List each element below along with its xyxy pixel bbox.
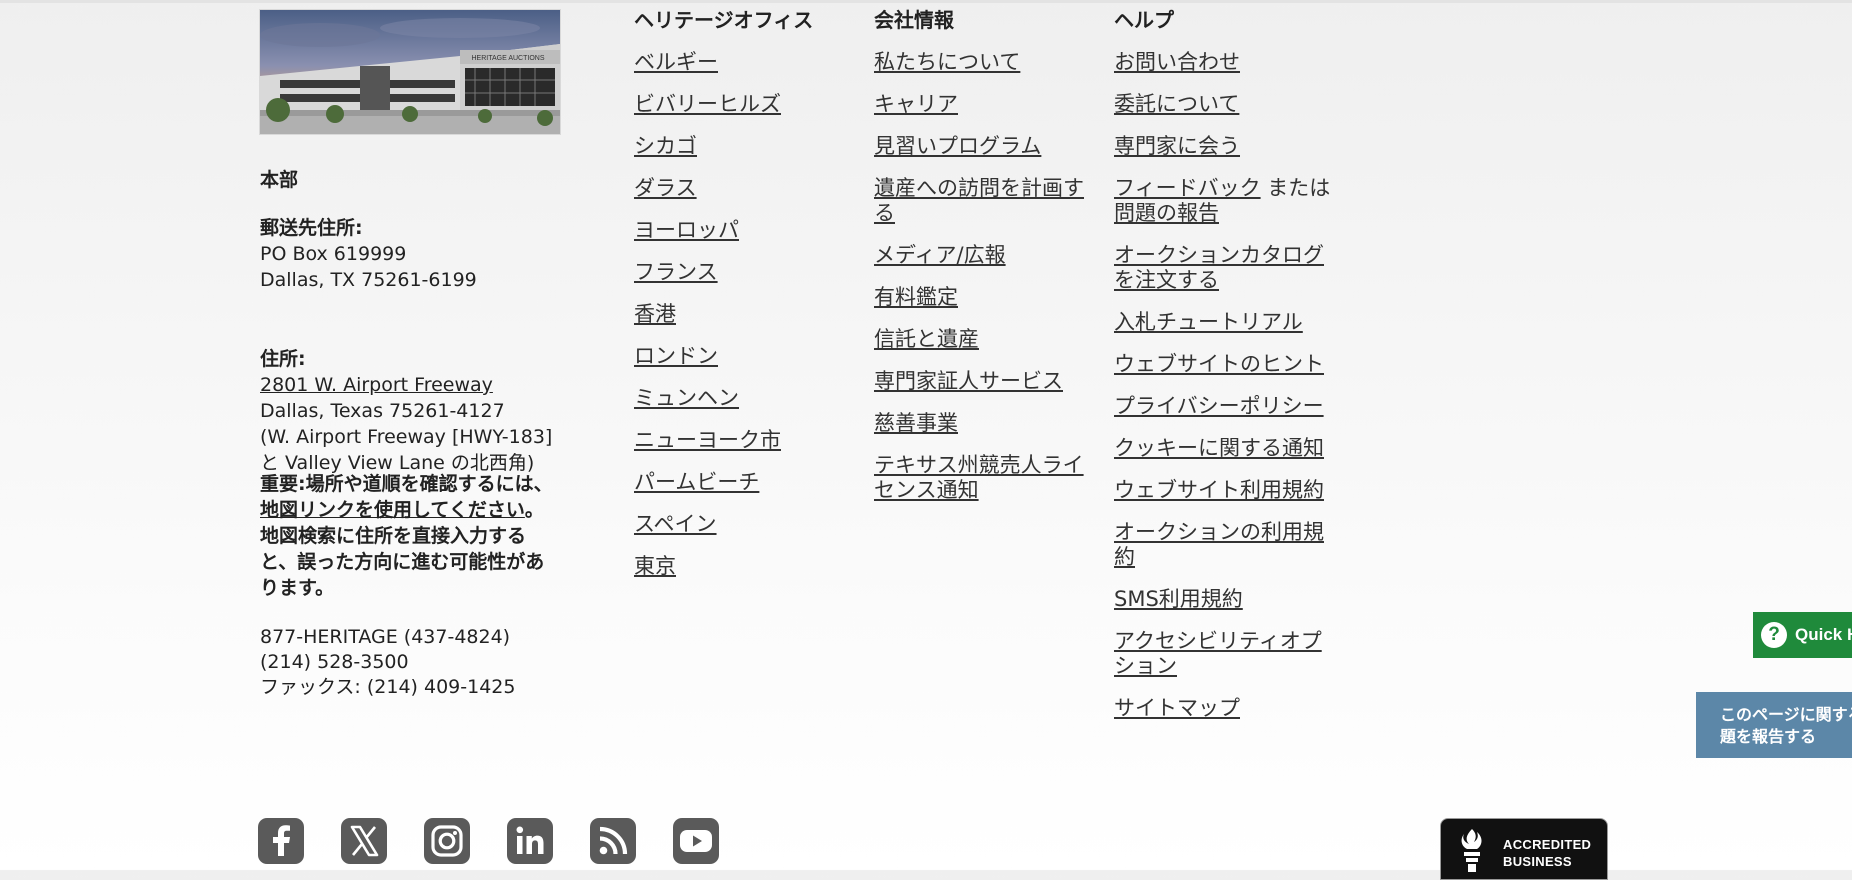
help-link-bidding-tutorial[interactable]: 入札チュートリアル xyxy=(1114,310,1303,334)
question-icon: ? xyxy=(1761,622,1787,648)
help-link-cookie-notice[interactable]: クッキーに関する通知 xyxy=(1114,436,1324,460)
office-link-palm-beach[interactable]: パームビーチ xyxy=(634,470,759,494)
help-link-meet-experts[interactable]: 専門家に会う xyxy=(1114,134,1240,158)
headquarters-title: 本部 xyxy=(260,169,299,191)
phone-toll-free: 877-HERITAGE (437-4824) xyxy=(260,626,511,648)
mailing-line2: Dallas, TX 75261-6199 xyxy=(260,269,477,291)
company-link-apprenticeship[interactable]: 見習いプログラム xyxy=(874,134,1041,158)
directions-warning: 重要:場所や道順を確認するには、地図リンクを使用してください。地図検索に住所を直… xyxy=(260,471,560,601)
address-map-link[interactable]: 2801 W. Airport Freeway xyxy=(260,374,493,396)
social-links xyxy=(258,818,719,864)
bbb-line1: ACCREDITED xyxy=(1503,837,1592,852)
office-link-dallas[interactable]: ダラス xyxy=(634,176,697,200)
rss-icon[interactable] xyxy=(590,818,636,864)
help-heading: ヘルプ xyxy=(1114,8,1174,32)
quick-help-button[interactable]: ? Quick Help xyxy=(1753,612,1852,658)
company-link-expert-witness[interactable]: 専門家証人サービス xyxy=(874,369,1063,393)
company-link-media[interactable]: メディア/広報 xyxy=(874,243,1006,267)
youtube-icon[interactable] xyxy=(673,818,719,864)
office-link-chicago[interactable]: シカゴ xyxy=(634,134,697,158)
company-link-auctioneer-license[interactable]: テキサス州競売人ライセンス通知 xyxy=(874,453,1084,502)
company-link-careers[interactable]: キャリア xyxy=(874,92,958,116)
address-line2: Dallas, Texas 75261-4127 xyxy=(260,400,505,422)
phone-numbers: 877-HERITAGE (437-4824) (214) 528-3500 フ… xyxy=(260,625,515,700)
report-page-issue-button[interactable]: このページに関する問題を報告する xyxy=(1696,692,1852,758)
office-link-beverly-hills[interactable]: ビバリーヒルズ xyxy=(634,92,781,116)
help-link-feedback[interactable]: フィードバック xyxy=(1114,176,1261,200)
office-link-belgium[interactable]: ベルギー xyxy=(634,50,718,74)
office-link-new-york[interactable]: ニューヨーク市 xyxy=(634,428,781,452)
street-address: 住所: 2801 W. Airport Freeway Dallas, Texa… xyxy=(260,346,560,476)
office-link-spain[interactable]: スペイン xyxy=(634,512,717,536)
company-link-about[interactable]: 私たちについて xyxy=(874,50,1020,74)
top-divider xyxy=(0,0,1852,3)
company-link-trusts-estates[interactable]: 信託と遺産 xyxy=(874,327,979,351)
headquarters-photo: HERITAGE AUCTIONS xyxy=(260,10,560,134)
help-feedback-or: または xyxy=(1260,176,1331,200)
warning-prefix: 重要:場所や道順を確認するには、 xyxy=(260,473,553,495)
mailing-line1: PO Box 619999 xyxy=(260,243,407,265)
address-line3: (W. Airport Freeway [HWY-183] xyxy=(260,426,553,448)
fax-number: ファックス: (214) 409-1425 xyxy=(260,676,516,698)
help-link-contact[interactable]: お問い合わせ xyxy=(1114,50,1240,74)
bbb-torch-icon xyxy=(1461,829,1482,872)
office-link-hong-kong[interactable]: 香港 xyxy=(634,302,676,326)
help-link-order-catalog[interactable]: オークションカタログを注文する xyxy=(1114,243,1324,292)
company-link-appraisals[interactable]: 有料鑑定 xyxy=(874,285,958,309)
office-link-europe[interactable]: ヨーロッパ xyxy=(634,218,739,242)
help-link-website-tips[interactable]: ウェブサイトのヒント xyxy=(1114,352,1324,376)
x-twitter-icon[interactable] xyxy=(341,818,387,864)
company-link-philanthropy[interactable]: 慈善事業 xyxy=(874,411,958,435)
office-link-tokyo[interactable]: 東京 xyxy=(634,554,676,578)
mailing-address: 郵送先住所: PO Box 619999 Dallas, TX 75261-61… xyxy=(260,215,477,293)
company-link-plan-visit[interactable]: 遺産への訪問を計画する xyxy=(874,176,1084,225)
office-link-london[interactable]: ロンドン xyxy=(634,344,718,368)
map-link[interactable]: 地図リンクを使用してください xyxy=(260,499,525,521)
bbb-accredited-badge[interactable]: ACCREDITED BUSINESS xyxy=(1440,818,1608,880)
help-link-website-terms[interactable]: ウェブサイト利用規約 xyxy=(1114,478,1324,502)
phone-main: (214) 528-3500 xyxy=(260,651,409,673)
help-link-report-problem[interactable]: 問題の報告 xyxy=(1114,201,1219,225)
facebook-icon[interactable] xyxy=(258,818,304,864)
bbb-text: ACCREDITED BUSINESS xyxy=(1503,836,1591,870)
street-address-label: 住所: xyxy=(260,348,306,370)
company-column: 会社情報 私たちについて キャリア 見習いプログラム 遺産への訪問を計画する メ… xyxy=(874,8,1094,520)
help-link-sms-terms[interactable]: SMS利用規約 xyxy=(1114,587,1243,611)
mailing-address-label: 郵送先住所: xyxy=(260,217,363,239)
help-link-consign[interactable]: 委託について xyxy=(1114,92,1239,116)
help-link-auction-terms[interactable]: オークションの利用規約 xyxy=(1114,520,1324,569)
report-page-issue-label: このページに関する問題を報告する xyxy=(1720,705,1852,746)
offices-column: ヘリテージオフィス ベルギー ビバリーヒルズ シカゴ ダラス ヨーロッパ フラン… xyxy=(634,8,834,596)
linkedin-icon[interactable] xyxy=(507,818,553,864)
help-link-sitemap[interactable]: サイトマップ xyxy=(1114,696,1240,720)
instagram-icon[interactable] xyxy=(424,818,470,864)
help-link-privacy[interactable]: プライバシーポリシー xyxy=(1114,394,1324,418)
help-link-accessibility[interactable]: アクセシビリティオプション xyxy=(1114,629,1322,678)
office-link-munich[interactable]: ミュンヘン xyxy=(634,386,739,410)
bbb-line2: BUSINESS xyxy=(1503,854,1572,869)
quick-help-label: Quick Help xyxy=(1795,625,1852,644)
svg-text:HERITAGE AUCTIONS: HERITAGE AUCTIONS xyxy=(472,55,545,62)
offices-heading: ヘリテージオフィス xyxy=(634,8,814,32)
office-link-france[interactable]: フランス xyxy=(634,260,718,284)
help-column: ヘルプ お問い合わせ 委託について 専門家に会う フィードバック または 問題の… xyxy=(1114,8,1334,738)
company-heading: 会社情報 xyxy=(874,8,954,32)
